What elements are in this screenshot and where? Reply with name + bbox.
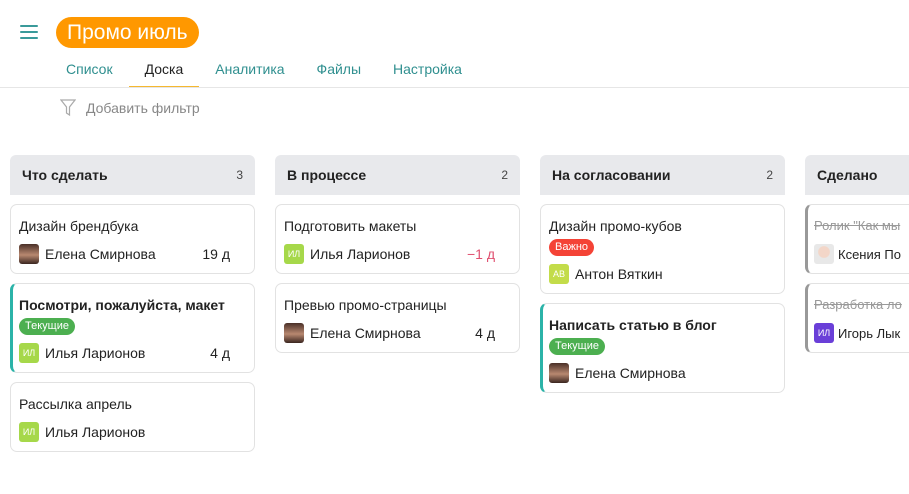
- card-list: Ролик "Как мы Ксения По Разработка ло ИЛ Иго…: [805, 204, 909, 353]
- task-card[interactable]: Написать статью в блог Текущие Елена Смирн…: [540, 303, 785, 393]
- task-card[interactable]: Посмотри, пожалуйста, макет Текущие ИЛ Илья…: [10, 283, 255, 373]
- column-title: Сделано: [817, 167, 878, 183]
- board-column: Сделано Ролик "Как мы Ксения По Разработка …: [805, 155, 909, 353]
- task-card[interactable]: Ролик "Как мы Ксения По: [805, 204, 909, 274]
- avatar: [284, 323, 304, 343]
- column-count: 3: [236, 168, 243, 182]
- task-meta: Елена Смирнова 19 д: [19, 244, 246, 264]
- task-meta: ИЛ Илья Ларионов −1 д: [284, 244, 511, 264]
- assignee-name: Антон Вяткин: [575, 266, 663, 282]
- task-meta: ИЛ Игорь Лык: [814, 323, 909, 343]
- avatar: АВ: [549, 264, 569, 284]
- assignee-name: Елена Смирнова: [45, 246, 156, 262]
- task-title: Рассылка апрель: [19, 396, 132, 412]
- due-days: 19 д: [202, 246, 230, 262]
- column-title: На согласовании: [552, 167, 671, 183]
- tab-1[interactable]: Доска: [128, 56, 200, 88]
- task-card[interactable]: Рассылка апрель ИЛ Илья Ларионов: [10, 382, 255, 452]
- task-meta: Елена Смирнова: [549, 363, 776, 383]
- column-header: В процессе 2: [275, 155, 520, 195]
- card-list: Дизайн брендбука Елена Смирнова 19 д Посмот…: [10, 204, 255, 452]
- column-header: Сделано: [805, 155, 909, 195]
- task-card[interactable]: Дизайн брендбука Елена Смирнова 19 д: [10, 204, 255, 274]
- menu-icon[interactable]: [20, 25, 38, 39]
- add-filter-label: Добавить фильтр: [86, 100, 200, 116]
- tab-2[interactable]: Аналитика: [199, 56, 300, 88]
- task-meta: ИЛ Илья Ларионов: [19, 422, 246, 442]
- column-header: На согласовании 2: [540, 155, 785, 195]
- assignee-name: Ксения По: [838, 246, 901, 262]
- tab-0[interactable]: Список: [50, 56, 129, 88]
- task-meta: Елена Смирнова 4 д: [284, 323, 511, 343]
- avatar: [549, 363, 569, 383]
- avatar: ИЛ: [814, 323, 834, 343]
- assignee-name: Илья Ларионов: [45, 345, 146, 361]
- column-title: В процессе: [287, 167, 367, 183]
- task-title: Подготовить макеты: [284, 218, 417, 234]
- board-column: В процессе 2 Подготовить макеты ИЛ Илья Лари…: [275, 155, 520, 353]
- due-days: −1 д: [466, 246, 495, 262]
- task-title: Посмотри, пожалуйста, макет: [19, 297, 225, 313]
- task-card[interactable]: Подготовить макеты ИЛ Илья Ларионов −1 д: [275, 204, 520, 274]
- filter-icon: [60, 99, 76, 117]
- tag-badge: Текущие: [549, 338, 605, 355]
- tag-badge: Важно: [549, 239, 595, 256]
- avatar: ИЛ: [284, 244, 304, 264]
- add-filter-button[interactable]: Добавить фильтр: [60, 99, 200, 117]
- tag-badge: Текущие: [19, 318, 75, 335]
- due-days: 4 д: [210, 345, 230, 361]
- assignee-name: Илья Ларионов: [310, 246, 411, 262]
- card-list: Подготовить макеты ИЛ Илья Ларионов −1 д Пре…: [275, 204, 520, 353]
- task-card[interactable]: Превью промо-страницы Елена Смирнова 4 д: [275, 283, 520, 353]
- due-days: 4 д: [475, 325, 495, 341]
- card-list: Дизайн промо-кубов Важно АВ Антон Вяткин Нап…: [540, 204, 785, 393]
- task-title: Ролик "Как мы: [814, 218, 901, 233]
- task-title: Дизайн промо-кубов: [549, 218, 682, 234]
- board-column: Что сделать 3 Дизайн брендбука Елена Смирно…: [10, 155, 255, 452]
- assignee-name: Игорь Лык: [838, 325, 901, 341]
- task-card[interactable]: Дизайн промо-кубов Важно АВ Антон Вяткин: [540, 204, 785, 294]
- task-title: Написать статью в блог: [549, 317, 717, 333]
- avatar: ИЛ: [19, 422, 39, 442]
- avatar: [19, 244, 39, 264]
- tab-4[interactable]: Настройка: [377, 56, 478, 88]
- avatar: [814, 244, 834, 264]
- task-title: Дизайн брендбука: [19, 218, 139, 234]
- task-meta: ИЛ Илья Ларионов 4 д: [19, 343, 246, 363]
- tab-bar: Список Доска Аналитика Файлы Настройка: [50, 56, 478, 88]
- task-title: Превью промо-страницы: [284, 297, 447, 313]
- tab-3[interactable]: Файлы: [301, 56, 377, 88]
- task-meta: Ксения По: [814, 244, 909, 264]
- project-title[interactable]: Промо июль: [56, 17, 199, 48]
- column-header: Что сделать 3: [10, 155, 255, 195]
- avatar: ИЛ: [19, 343, 39, 363]
- assignee-name: Елена Смирнова: [575, 365, 686, 381]
- column-count: 2: [766, 168, 773, 182]
- task-meta: АВ Антон Вяткин: [549, 264, 776, 284]
- board-column: На согласовании 2 Дизайн промо-кубов Важно А…: [540, 155, 785, 393]
- assignee-name: Елена Смирнова: [310, 325, 421, 341]
- column-count: 2: [501, 168, 508, 182]
- task-card[interactable]: Разработка ло ИЛ Игорь Лык: [805, 283, 909, 353]
- assignee-name: Илья Ларионов: [45, 424, 146, 440]
- divider: [0, 87, 909, 88]
- task-title: Разработка ло: [814, 297, 902, 312]
- column-title: Что сделать: [22, 167, 108, 183]
